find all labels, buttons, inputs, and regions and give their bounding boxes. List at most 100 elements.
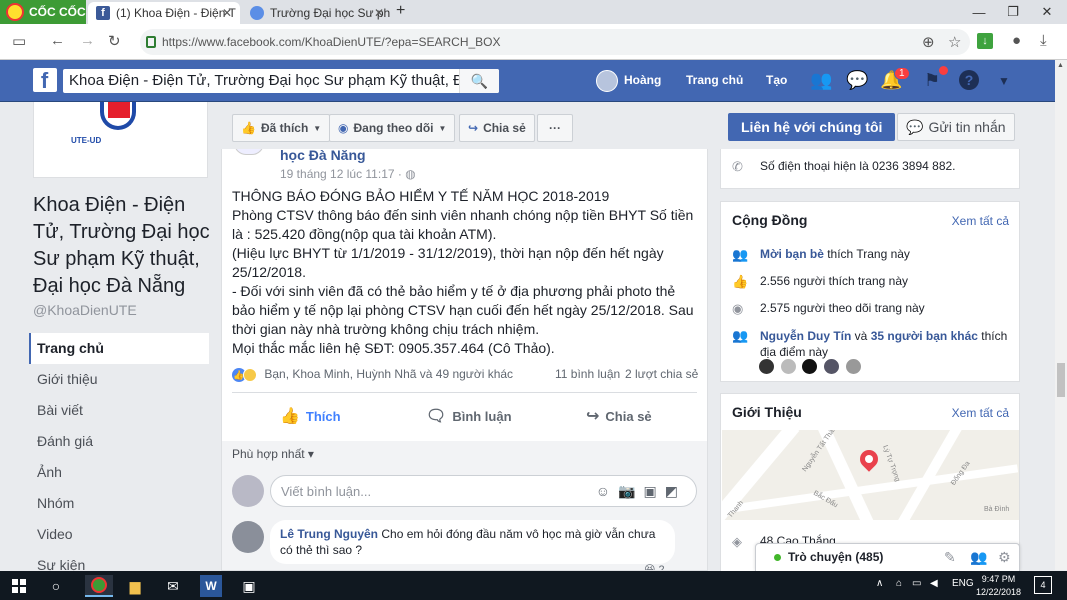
nav-item-groups[interactable]: Nhóm — [29, 488, 209, 519]
chevron-down-icon: ▼ — [313, 123, 322, 133]
avatar[interactable] — [759, 359, 774, 374]
browser-download-icon[interactable]: ⤓ — [1040, 32, 1047, 49]
file-explorer-icon[interactable]: ▆ — [124, 575, 146, 597]
create-link[interactable]: Tạo — [766, 73, 787, 87]
community-see-all[interactable]: Xem tất cả — [952, 214, 1009, 228]
avatar[interactable] — [232, 521, 264, 553]
more-options-button[interactable]: ··· — [537, 114, 573, 142]
following-button[interactable]: ◉ Đang theo dõi ▼ — [329, 114, 456, 142]
back-icon[interactable]: ← — [50, 32, 65, 49]
browser-menu-button[interactable]: CỐC CỐC — [0, 0, 86, 24]
emoji-icon[interactable]: ☺ — [596, 483, 618, 499]
avatar[interactable] — [780, 359, 796, 374]
action-center-icon[interactable]: 4 — [1034, 576, 1052, 594]
shares-count[interactable]: 2 lượt chia sẻ — [625, 367, 698, 381]
new-tab-button[interactable]: + — [396, 2, 405, 20]
account-menu-chevron-icon[interactable]: ▼ — [998, 74, 1010, 88]
phone-icon: ✆ — [732, 159, 743, 174]
page-handle[interactable]: @KhoaDienUTE — [33, 302, 137, 318]
nav-item-videos[interactable]: Video — [29, 519, 209, 550]
pages-icon[interactable]: ⚑ — [924, 70, 940, 91]
new-group-icon[interactable]: 👥 — [970, 549, 987, 566]
avatar[interactable] — [823, 359, 839, 374]
search-input[interactable]: Khoa Điện - Điện Tử, Trường Đại học Sư p… — [63, 69, 499, 93]
zoom-icon[interactable]: ⊕ — [922, 33, 935, 51]
minimize-button[interactable]: — — [962, 0, 996, 24]
post-timestamp[interactable]: 19 tháng 12 lúc 11:17 · ◍ — [280, 167, 416, 181]
nav-item-posts[interactable]: Bài viết — [29, 395, 209, 426]
avatar[interactable] — [845, 359, 861, 374]
send-message-button[interactable]: 💬 Gửi tin nhắn — [897, 113, 1015, 141]
windows-start-icon[interactable] — [12, 579, 26, 593]
facebook-logo-icon[interactable]: f — [33, 68, 57, 92]
network-icon[interactable]: ⌂ — [896, 578, 902, 589]
close-icon[interactable]: ✕ — [374, 6, 384, 20]
maximize-button[interactable]: ❐ — [996, 0, 1030, 24]
battery-icon[interactable]: ▭ — [912, 578, 921, 589]
reload-icon[interactable]: ↻ — [108, 32, 121, 50]
comment-author[interactable]: Lê Trung Nguyên — [280, 527, 378, 541]
avatar[interactable] — [234, 149, 264, 155]
scroll-up-icon[interactable]: ▲ — [1057, 62, 1064, 69]
avatar[interactable] — [596, 70, 618, 92]
share-page-button[interactable]: ↪ Chia sẻ — [459, 114, 535, 142]
friends-link[interactable]: 35 người bạn khác — [871, 329, 978, 343]
forward-icon[interactable]: → — [80, 32, 95, 49]
nav-item-home[interactable]: Trang chủ — [29, 333, 209, 364]
share-button[interactable]: ↪ Chia sẻ — [586, 406, 652, 426]
mail-icon[interactable]: ✉ — [162, 575, 184, 597]
comments-count[interactable]: 11 bình luận — [555, 367, 620, 381]
liked-button[interactable]: 👍 Đã thích ▼ — [232, 114, 331, 142]
coccoc-taskbar-icon[interactable] — [85, 575, 113, 597]
app-icon[interactable]: ▣ — [238, 575, 260, 597]
intro-see-all[interactable]: Xem tất cả — [952, 406, 1009, 420]
avatar[interactable] — [802, 359, 818, 374]
friend-link[interactable]: Nguyễn Duy Tín — [760, 329, 851, 343]
nav-item-photos[interactable]: Ảnh — [29, 457, 209, 488]
chat-bar[interactable]: Trò chuyện (485) ✎ 👥 ⚙ — [755, 543, 1020, 571]
post-author[interactable]: học Đà Nẵng — [280, 149, 366, 163]
comment-input[interactable]: Viết bình luận... ☺📷▣◩ — [270, 475, 697, 507]
camera-icon[interactable]: 📷 — [618, 483, 643, 499]
tab-university[interactable]: Trường Đại học Sư ph ✕ — [242, 2, 392, 24]
close-window-button[interactable]: ✕ — [1030, 0, 1064, 24]
page-scrollbar[interactable]: ▲ — [1055, 60, 1067, 570]
scroll-thumb[interactable] — [1057, 363, 1065, 397]
download-icon[interactable]: ↓ — [977, 33, 993, 49]
friends-row: 👥 Nguyễn Duy Tín và 35 người bạn khác th… — [732, 328, 1012, 360]
close-icon[interactable]: ✕ — [222, 6, 232, 20]
word-icon[interactable]: W — [200, 575, 222, 597]
compose-icon[interactable]: ✎ — [944, 549, 956, 566]
comment-reactions[interactable]: 😆 2 — [644, 563, 665, 570]
friend-requests-icon[interactable]: 👥 — [810, 70, 832, 91]
reactions-text[interactable]: Bạn, Khoa Minh, Huỳnh Nhã và 49 người kh… — [264, 367, 513, 381]
system-clock[interactable]: 9:47 PM 12/22/2018 — [976, 573, 1021, 599]
gif-icon[interactable]: ▣ — [644, 483, 665, 499]
nav-item-about[interactable]: Giới thiệu — [29, 364, 209, 395]
page-profile-picture[interactable]: UTE-UD — [33, 102, 208, 178]
home-link[interactable]: Trang chủ — [686, 73, 743, 87]
url-input[interactable]: https://www.facebook.com/KhoaDienUTE/?ep… — [140, 29, 970, 55]
volume-icon[interactable]: ◀ — [930, 578, 938, 589]
sticker-icon[interactable]: ◩ — [665, 483, 686, 499]
tray-expand-icon[interactable]: ∧ — [876, 578, 883, 589]
messenger-icon[interactable]: 💬 — [846, 70, 868, 91]
comment-button[interactable]: 🗨 Bình luận — [426, 406, 512, 426]
contact-us-button[interactable]: Liên hệ với chúng tôi — [728, 113, 896, 141]
search-icon[interactable]: 🔍 — [459, 69, 499, 93]
help-icon[interactable]: ? — [959, 70, 979, 90]
tab-list-icon[interactable]: ▭ — [12, 32, 26, 50]
nav-item-reviews[interactable]: Đánh giá — [29, 426, 209, 457]
page-title[interactable]: Khoa Điện - Điện Tử, Trường Đại học Sư p… — [33, 192, 218, 300]
profile-link[interactable]: Hoàng — [624, 73, 661, 87]
search-icon[interactable]: ○ — [45, 575, 67, 597]
account-icon[interactable]: ● — [1012, 32, 1021, 49]
comment-sort-dropdown[interactable]: Phù hợp nhất ▾ — [232, 447, 314, 461]
gear-icon[interactable]: ⚙ — [998, 549, 1011, 566]
invite-friends-link[interactable]: Mời bạn bè — [760, 247, 824, 261]
input-language[interactable]: ENG — [952, 578, 974, 589]
like-button[interactable]: 👍 Thích — [280, 406, 341, 426]
bookmark-star-icon[interactable]: ☆ — [948, 33, 961, 51]
tab-facebook[interactable]: f (1) Khoa Điện - Điện T ✕ — [88, 2, 240, 24]
location-map[interactable]: Nguyễn Tất Thành Lý Tự Trọng Bắc Đẩu Đốn… — [722, 430, 1019, 520]
